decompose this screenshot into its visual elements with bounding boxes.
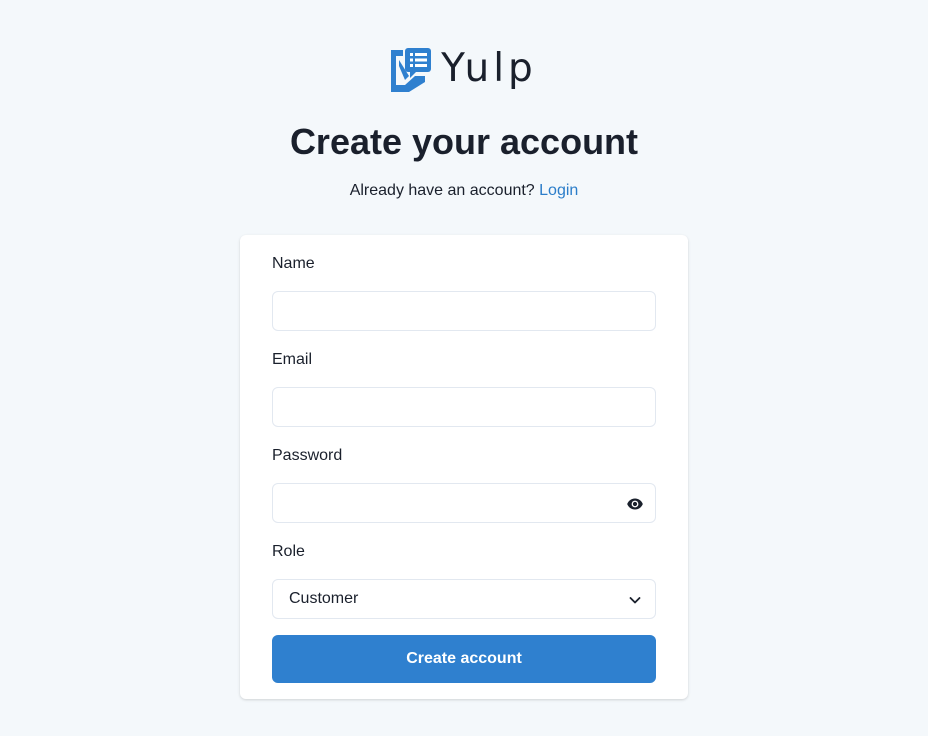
page-title: Create your account: [289, 121, 639, 162]
password-input[interactable]: [273, 484, 655, 522]
role-selected-value: Customer: [289, 590, 359, 607]
brand-link[interactable]: Yulp: [389, 46, 537, 92]
signup-page: Yulp Create your account Already have an…: [0, 0, 928, 736]
login-prompt-text: Already have an account?: [349, 182, 535, 199]
role-label: Role: [272, 543, 305, 560]
password-label: Password: [272, 447, 343, 464]
name-input[interactable]: [273, 292, 655, 330]
brand-name: Yulp: [441, 46, 537, 91]
eye-icon: [627, 498, 643, 510]
password-input-box[interactable]: [272, 483, 656, 523]
login-prompt: Already have an account? Login: [0, 181, 928, 201]
brand: Yulp: [0, 46, 928, 92]
create-account-button[interactable]: Create account: [272, 635, 656, 683]
chevron-down-icon: [629, 597, 641, 604]
email-label: Email: [272, 351, 313, 368]
name-field-group: Name: [272, 254, 656, 331]
name-label: Name: [272, 255, 315, 272]
email-field-group: Email: [272, 350, 656, 427]
signup-form-card: Name Email Password Role Customer Create…: [240, 235, 688, 699]
email-input[interactable]: [273, 388, 655, 426]
login-link[interactable]: Login: [539, 182, 578, 199]
role-select[interactable]: Customer: [272, 579, 656, 619]
chat-list-logo-icon: [391, 48, 432, 92]
email-input-box[interactable]: [272, 387, 656, 427]
password-field-group: Password: [272, 446, 656, 523]
role-field-group: Role Customer: [272, 542, 656, 619]
name-input-box[interactable]: [272, 291, 656, 331]
show-password-button[interactable]: [625, 494, 645, 514]
